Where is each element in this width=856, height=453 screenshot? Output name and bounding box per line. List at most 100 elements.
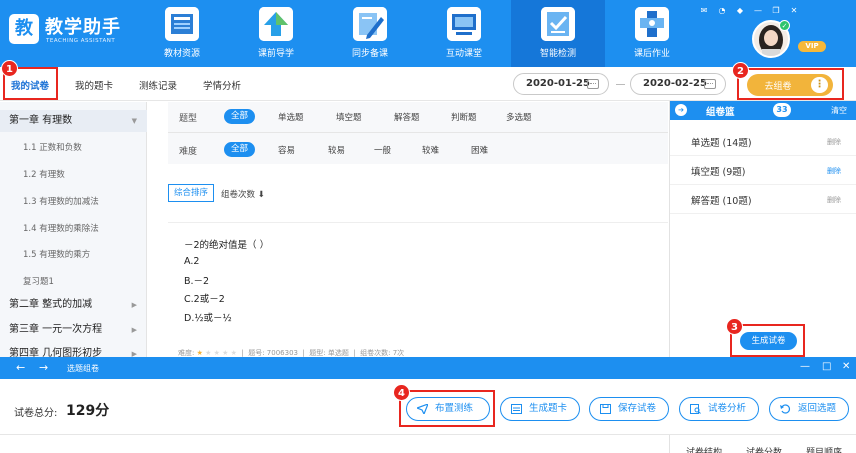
paper-analysis-button[interactable]: 试卷分析 <box>679 397 759 421</box>
question-id: 题号: 7006303 <box>248 349 298 357</box>
window-controls: ✉ ◔ ◆ — ❐ ✕ <box>698 6 800 16</box>
chapter-label: 第二章 整式的加减 <box>9 299 93 310</box>
return-to-select-button[interactable]: 返回选题 <box>769 397 849 421</box>
delete-button[interactable]: 删除 <box>827 166 841 176</box>
sort-comprehensive-button[interactable]: 综合排序 <box>168 184 214 202</box>
end-date-picker[interactable]: 2020-02-25 <box>630 73 726 95</box>
basket-row-label: 填空题 (9题) <box>691 167 746 178</box>
footer-tab-structure[interactable]: 试卷结构 <box>686 445 722 453</box>
checklist-icon <box>541 7 575 41</box>
verified-icon: ✓ <box>779 20 790 31</box>
up-arrow-icon <box>259 7 293 41</box>
nav-label: 教材资源 <box>163 49 200 59</box>
nav-item-homework[interactable]: 课后作业 <box>605 0 699 67</box>
type-option[interactable]: 多选题 <box>506 111 532 123</box>
basket-header: ➔ 组卷篮 33 清空 <box>670 101 856 120</box>
generate-card-button[interactable]: 生成题卡 <box>500 397 580 421</box>
question-stem: －2的绝对值是（ ） <box>184 240 270 251</box>
maximize-icon[interactable]: □ <box>822 361 831 372</box>
difficulty-filter-label: 难度 <box>179 147 198 157</box>
save-paper-button[interactable]: 保存试卷 <box>589 397 669 421</box>
footer-tab-order[interactable]: 题目顺序 <box>806 445 842 453</box>
shirt-icon[interactable]: ◆ <box>734 6 746 16</box>
save-paper-label: 保存试卷 <box>618 403 657 414</box>
clear-basket-button[interactable]: 清空 <box>831 105 847 116</box>
close-icon[interactable]: ✕ <box>788 6 800 16</box>
difficulty-option[interactable]: 较易 <box>328 144 345 156</box>
paper-analysis-label: 试卷分析 <box>708 403 747 414</box>
back-arrow-icon[interactable]: ← <box>16 361 25 374</box>
tab-my-cards[interactable]: 我的题卡 <box>75 78 113 92</box>
close-icon[interactable]: ✕ <box>842 361 850 372</box>
question-card[interactable]: －2的绝对值是（ ） A.2 B.－2 C.2或－2 D.½或－½ 难度: ★ … <box>168 222 668 360</box>
minimize-icon[interactable]: — <box>800 361 810 372</box>
type-option[interactable]: 判断题 <box>451 111 477 123</box>
section-item[interactable]: 1.1 正数和负数 <box>23 141 82 153</box>
nav-item-lesson-prep[interactable]: 同步备课 <box>323 0 417 67</box>
chevron-right-icon: ▶ <box>131 350 137 357</box>
chapter-label: 第四章 几何图形初步 <box>9 348 103 357</box>
nav-item-preview[interactable]: 课前导学 <box>229 0 323 67</box>
nav-item-classroom[interactable]: 互动课堂 <box>417 0 511 67</box>
nav-label: 课前导学 <box>257 49 294 59</box>
difficulty-label: 难度: <box>178 349 195 357</box>
difficulty-option[interactable]: 容易 <box>278 144 295 156</box>
section-item[interactable]: 1.3 有理数的加减法 <box>23 195 99 207</box>
chevron-right-icon: ▶ <box>131 301 137 309</box>
chapter-label: 第一章 有理数 <box>9 115 73 126</box>
sub-window-titlebar: ← → 选题组卷 — □ ✕ <box>0 357 856 379</box>
question-option: A.2 <box>184 256 200 267</box>
chapter-3[interactable]: 第三章 一元一次方程 ▶ <box>0 319 147 341</box>
generate-paper-button[interactable]: 生成试卷 <box>740 332 797 350</box>
return-icon <box>780 404 790 414</box>
tab-records[interactable]: 测练记录 <box>139 78 177 92</box>
basket-row: 单选题 (14题) 删除 <box>670 127 856 156</box>
difficulty-option[interactable]: 困难 <box>471 144 488 156</box>
basket-row: 填空题 (9题) 删除 <box>670 156 856 185</box>
type-option[interactable]: 解答题 <box>394 111 420 123</box>
difficulty-option[interactable]: 一般 <box>374 144 391 156</box>
nav-label: 课后作业 <box>633 49 670 59</box>
start-date-value: 2020-01-25 <box>526 78 590 89</box>
delete-button[interactable]: 删除 <box>827 137 841 147</box>
type-option[interactable]: 填空题 <box>336 111 362 123</box>
difficulty-option[interactable]: 较难 <box>422 144 439 156</box>
chapter-4[interactable]: 第四章 几何图形初步 ▶ <box>0 343 147 357</box>
app-logo: 教 <box>9 14 39 44</box>
basket-count: 33 <box>773 103 791 117</box>
mail-icon[interactable]: ✉ <box>698 6 710 16</box>
sort-by-count-button[interactable]: 组卷次数 ⬇ <box>221 188 265 200</box>
type-option-all[interactable]: 全部 <box>224 109 256 124</box>
nav-item-smart-test[interactable]: 智能检测 <box>511 0 605 67</box>
chapter-1[interactable]: 第一章 有理数 ▼ <box>0 110 147 132</box>
section-item[interactable]: 1.5 有理数的乘方 <box>23 248 90 260</box>
minimize-icon[interactable]: — <box>752 6 764 16</box>
tab-bar: 我的试卷 我的题卡 测练记录 学情分析 2020-01-25 2020-02-2… <box>0 67 856 101</box>
chapter-2[interactable]: 第二章 整式的加减 ▶ <box>0 294 147 316</box>
tab-analysis[interactable]: 学情分析 <box>203 78 241 92</box>
step-badge-3: 3 <box>726 318 743 335</box>
nav-label: 同步备课 <box>351 49 388 59</box>
return-to-select-label: 返回选题 <box>798 403 837 414</box>
star-empty-icon: ★ <box>213 349 223 357</box>
start-date-picker[interactable]: 2020-01-25 <box>513 73 609 95</box>
nav-item-textbook[interactable]: 教材资源 <box>135 0 229 67</box>
nav-label: 互动课堂 <box>445 49 482 59</box>
difficulty-option-all[interactable]: 全部 <box>224 142 256 157</box>
section-item[interactable]: 复习题1 <box>23 275 54 287</box>
chapter-sidebar: 第一章 有理数 ▼ 1.1 正数和负数 1.2 有理数 1.3 有理数的加减法 … <box>0 102 147 357</box>
type-option[interactable]: 单选题 <box>278 111 304 123</box>
restore-icon[interactable]: ❐ <box>770 6 782 16</box>
top-header: 教 教学助手 TEACHING ASSISTANT 教材资源 课前导学 同步备课 <box>0 0 856 67</box>
app-title: 教学助手 <box>45 17 121 38</box>
section-item[interactable]: 1.4 有理数的乘除法 <box>23 222 99 234</box>
delete-button[interactable]: 删除 <box>827 195 841 205</box>
footer-tab-score[interactable]: 试卷分数 <box>746 445 782 453</box>
main-nav: 教材资源 课前导学 同步备课 互动课堂 智能检测 课后作业 <box>135 0 699 67</box>
collapse-arrow-icon[interactable]: ➔ <box>675 104 687 116</box>
bell-icon[interactable]: ◔ <box>716 6 728 16</box>
forward-arrow-icon[interactable]: → <box>39 361 48 374</box>
star-empty-icon: ★ <box>230 349 240 357</box>
question-use-count: 组卷次数: 7次 <box>360 349 405 357</box>
section-item[interactable]: 1.2 有理数 <box>23 168 65 180</box>
